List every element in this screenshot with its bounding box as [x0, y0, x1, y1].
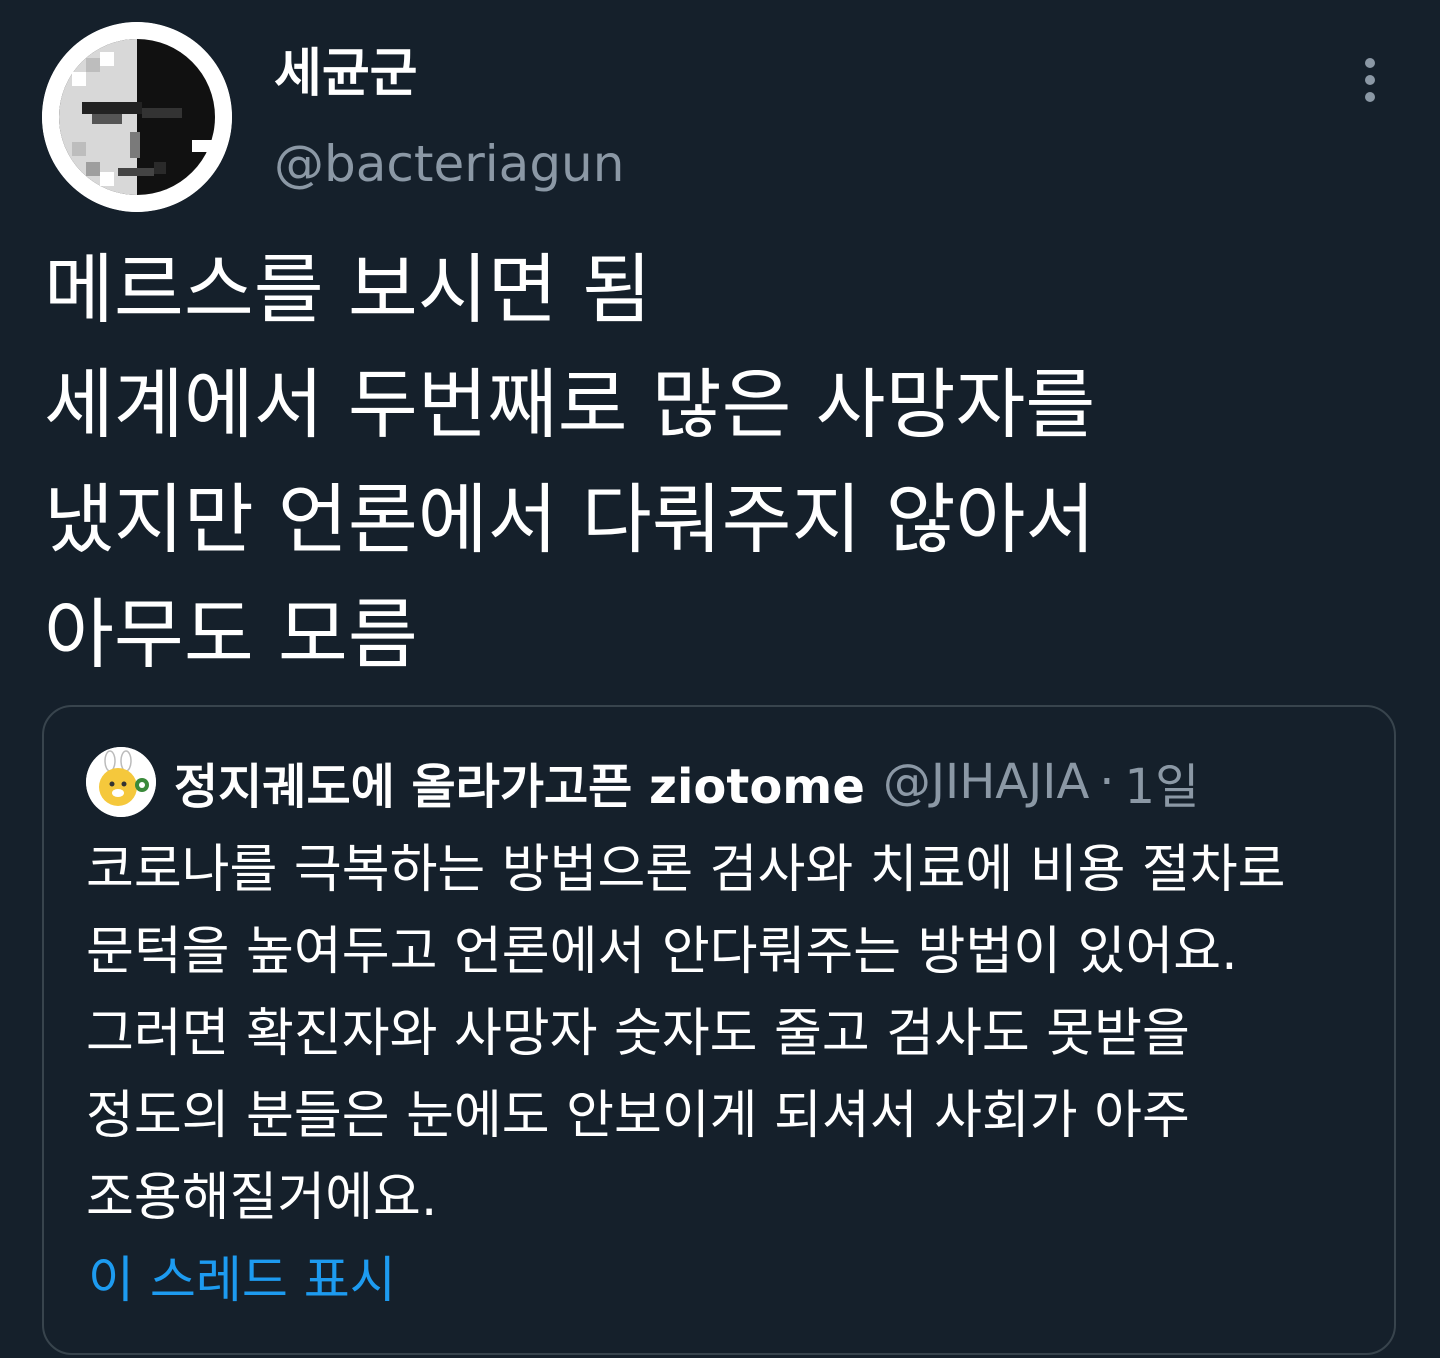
tweet-text-line: 세계에서 두번째로 많은 사망자를 — [44, 360, 1096, 449]
more-vertical-icon-dot — [1365, 92, 1375, 102]
separator-dot: · — [1099, 754, 1115, 810]
quoted-tweet-time[interactable]: 1일 — [1125, 747, 1200, 817]
quoted-tweet-text: 코로나를 극복하는 방법으론 검사와 치료에 비용 절차로 문턱을 높여두고 언… — [86, 829, 1376, 1239]
more-options-button[interactable] — [1340, 50, 1400, 110]
pixel-face-avatar-icon — [42, 22, 232, 212]
quoted-author-avatar[interactable] — [86, 747, 156, 817]
tweet-text-line: 메르스를 보시면 됨 — [44, 245, 652, 334]
quoted-text-line: 그러면 확진자와 사망자 숫자도 줄고 검사도 못받을 — [86, 1004, 1190, 1064]
more-vertical-icon — [1365, 58, 1375, 68]
show-thread-link[interactable]: 이 스레드 표시 — [88, 1245, 396, 1315]
quoted-tweet-header: 정지궤도에 올라가고픈 ziotome @JIHAJIA · 1일 — [174, 747, 1199, 817]
quoted-text-line: 정도의 분들은 눈에도 안보이게 되셔서 사회가 아주 — [86, 1086, 1190, 1146]
author-avatar[interactable] — [42, 22, 232, 212]
quoted-tweet-card[interactable]: 정지궤도에 올라가고픈 ziotome @JIHAJIA · 1일 코로나를 극… — [42, 705, 1396, 1355]
quoted-author-display-name[interactable]: 정지궤도에 올라가고픈 ziotome — [174, 747, 865, 817]
quoted-text-line: 코로나를 극복하는 방법으론 검사와 치료에 비용 절차로 — [86, 840, 1286, 900]
more-vertical-icon-dot — [1365, 75, 1375, 85]
cartoon-character-avatar-icon — [86, 747, 156, 817]
tweet-text-line: 냈지만 언론에서 다뤄주지 않아서 — [44, 475, 1096, 564]
author-display-name[interactable]: 세균군 — [274, 40, 418, 108]
tweet-text-line: 아무도 모름 — [44, 590, 418, 679]
quoted-text-line: 문턱을 높여두고 언론에서 안다뤄주는 방법이 있어요. — [86, 922, 1238, 982]
quoted-author-handle[interactable]: @JIHAJIA — [883, 754, 1089, 810]
tweet-text: 메르스를 보시면 됨 세계에서 두번째로 많은 사망자를 냈지만 언론에서 다뤄… — [44, 232, 1404, 692]
author-handle[interactable]: @bacteriagun — [274, 130, 624, 198]
quoted-text-line: 조용해질거에요. — [86, 1168, 438, 1228]
